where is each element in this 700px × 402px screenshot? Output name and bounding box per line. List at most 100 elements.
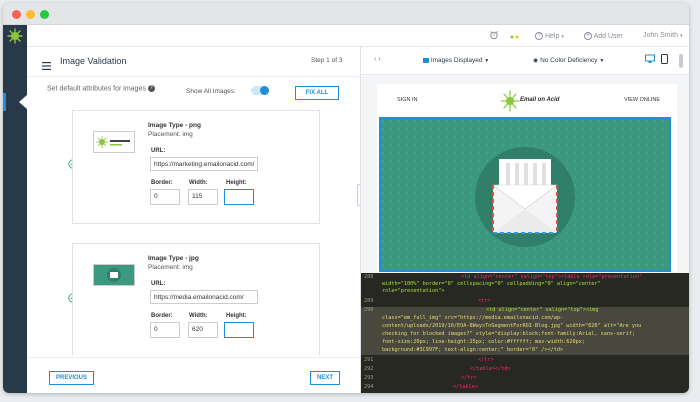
color-deficiency-dropdown[interactable]: ◉ No Color Deficiency ▼ xyxy=(533,57,604,64)
width-input[interactable]: 115 xyxy=(188,189,218,205)
image-thumbnail xyxy=(93,131,135,153)
hamburger-menu-icon[interactable] xyxy=(42,57,51,75)
image-placement: Placement: img xyxy=(148,264,193,271)
border-label: Border: xyxy=(151,180,173,186)
email-logo xyxy=(500,88,557,119)
default-attributes-row: Set default attributes for images ? xyxy=(47,85,155,92)
panel-footer: PREVIOUS NEXT xyxy=(27,357,360,393)
line-number: 294 xyxy=(364,384,374,390)
caret-left-icon xyxy=(3,93,27,111)
images-displayed-label: Images Displayed xyxy=(430,57,483,64)
eye-icon: ◉ xyxy=(533,58,539,64)
default-attributes-text: Set default attributes for images xyxy=(47,85,146,93)
border-label: Border: xyxy=(151,313,173,319)
code-line: width="100%" border="0" cellspacing="0" … xyxy=(382,281,601,287)
code-line: </tr> xyxy=(478,357,494,363)
image-validation-panel: Image Validation Step 1 of 3 Set default… xyxy=(27,47,360,393)
url-input[interactable]: https://marketing.emailonacid.com/ xyxy=(150,157,258,171)
toggle-knob xyxy=(260,86,269,95)
show-all-images-toggle[interactable] xyxy=(251,86,269,95)
code-line: </tr> xyxy=(461,375,477,381)
line-number: 289 xyxy=(364,298,374,304)
code-line: class="em_full_img" src="https://media.e… xyxy=(382,315,564,321)
height-input[interactable] xyxy=(224,189,254,205)
images-displayed-dropdown[interactable]: Images Displayed ▼ xyxy=(423,57,489,64)
code-line: <td align="center" valign="top"><img xyxy=(486,307,599,313)
user-menu[interactable]: John Smith ▾ xyxy=(643,32,683,39)
sign-in-link[interactable]: SIGN IN xyxy=(397,97,417,103)
image-thumbnail xyxy=(93,264,135,286)
image-placement: Placement: img xyxy=(148,131,193,138)
image-type: Image Type - png xyxy=(148,122,201,129)
url-label: URL: xyxy=(151,281,166,287)
minimize-window-button[interactable] xyxy=(26,10,35,19)
border-input[interactable]: 0 xyxy=(150,189,180,205)
image-type: Image Type - jpg xyxy=(148,255,199,262)
code-view: 288 <td align="center" valign="top"><tabl… xyxy=(361,273,689,393)
image-card: Image Type - jpg Placement: img URL: htt… xyxy=(72,243,320,355)
alarm-icon[interactable] xyxy=(489,30,499,42)
caret-down-icon: ▼ xyxy=(599,58,605,64)
show-all-images-label: Show All Images: xyxy=(186,88,236,95)
code-line: font-size:20px; line-height:25px; color:… xyxy=(382,339,586,345)
help-menu[interactable]: ? Help ▾ xyxy=(535,32,564,40)
chevron-down-icon: ▾ xyxy=(561,33,564,40)
code-toggle-icon[interactable]: ‹ › xyxy=(374,56,381,63)
height-input[interactable] xyxy=(224,322,254,338)
status-dots-icon xyxy=(510,34,520,41)
preview-toolbar: ‹ › Images Displayed ▼ ◉ No Color Defici… xyxy=(361,47,689,75)
close-window-button[interactable] xyxy=(12,10,21,19)
code-line: checking for blocked images?" style="dis… xyxy=(382,331,635,337)
code-line: </table> xyxy=(453,384,478,390)
page-title: Image Validation xyxy=(60,56,127,66)
chevron-down-icon: ▾ xyxy=(679,33,683,39)
url-label: URL: xyxy=(151,148,166,154)
help-icon: ? xyxy=(535,32,543,40)
view-online-link[interactable]: VIEW ONLINE xyxy=(624,97,660,103)
image-icon xyxy=(423,57,429,63)
width-label: Width: xyxy=(189,180,208,186)
desktop-view-icon[interactable] xyxy=(645,54,655,66)
add-user-button[interactable]: + Add User xyxy=(584,32,623,40)
email-logo-text: Email on Acid xyxy=(520,97,560,103)
splat-logo-icon xyxy=(7,28,23,44)
code-line: content/uploads/2019/10/EOA-8WaysToSegme… xyxy=(382,323,642,329)
maximize-window-button[interactable] xyxy=(40,10,49,19)
help-label: Help xyxy=(544,32,560,40)
app-window: ? Help ▾ + Add User John Smith ▾ Image V… xyxy=(3,3,689,393)
height-label: Height: xyxy=(226,180,247,186)
code-line: </table></td> xyxy=(470,366,511,372)
code-line: <td align="center" valign="top"><table r… xyxy=(461,274,643,280)
next-button[interactable]: NEXT xyxy=(310,371,340,385)
sidebar xyxy=(3,25,27,393)
width-input[interactable]: 620 xyxy=(188,322,218,338)
add-user-icon: + xyxy=(584,32,592,40)
border-input[interactable]: 0 xyxy=(150,322,180,338)
caret-down-icon: ▼ xyxy=(484,58,490,64)
top-bar: ? Help ▾ + Add User John Smith ▾ xyxy=(27,25,689,47)
url-value: https://marketing.emailonacid.com/ xyxy=(154,161,255,168)
fix-all-button[interactable]: FIX ALL xyxy=(295,86,339,100)
image-card: Image Type - png Placement: img URL: htt… xyxy=(72,110,320,224)
height-label: Height: xyxy=(226,313,247,319)
previous-button[interactable]: PREVIOUS xyxy=(49,371,94,385)
code-line: <tr> xyxy=(478,298,491,304)
color-deficiency-label: No Color Deficiency xyxy=(540,57,598,64)
line-number: 288 xyxy=(364,274,374,280)
panel-header: Image Validation Step 1 of 3 xyxy=(27,47,360,77)
user-name: John Smith xyxy=(643,32,679,39)
app-logo[interactable] xyxy=(3,25,27,47)
mobile-view-icon[interactable] xyxy=(661,54,668,66)
info-icon[interactable]: ? xyxy=(147,85,155,92)
line-number: 293 xyxy=(364,375,374,381)
code-line: background:#3C997F; text-align:center;" … xyxy=(382,347,564,353)
email-preview: SIGN IN Email on Acid VIEW ONLINE xyxy=(377,84,677,272)
width-label: Width: xyxy=(189,313,208,319)
envelope-thumbnail-icon xyxy=(107,268,121,282)
preview-panel: ‹ › Images Displayed ▼ ◉ No Color Defici… xyxy=(360,47,689,393)
sidebar-expand-marker[interactable] xyxy=(3,93,27,111)
url-input[interactable]: https://media.emailonacid.com/ xyxy=(150,290,258,304)
add-user-label: Add User xyxy=(593,32,623,40)
scroll-handle-icon[interactable] xyxy=(679,54,683,68)
line-number: 291 xyxy=(364,357,374,363)
